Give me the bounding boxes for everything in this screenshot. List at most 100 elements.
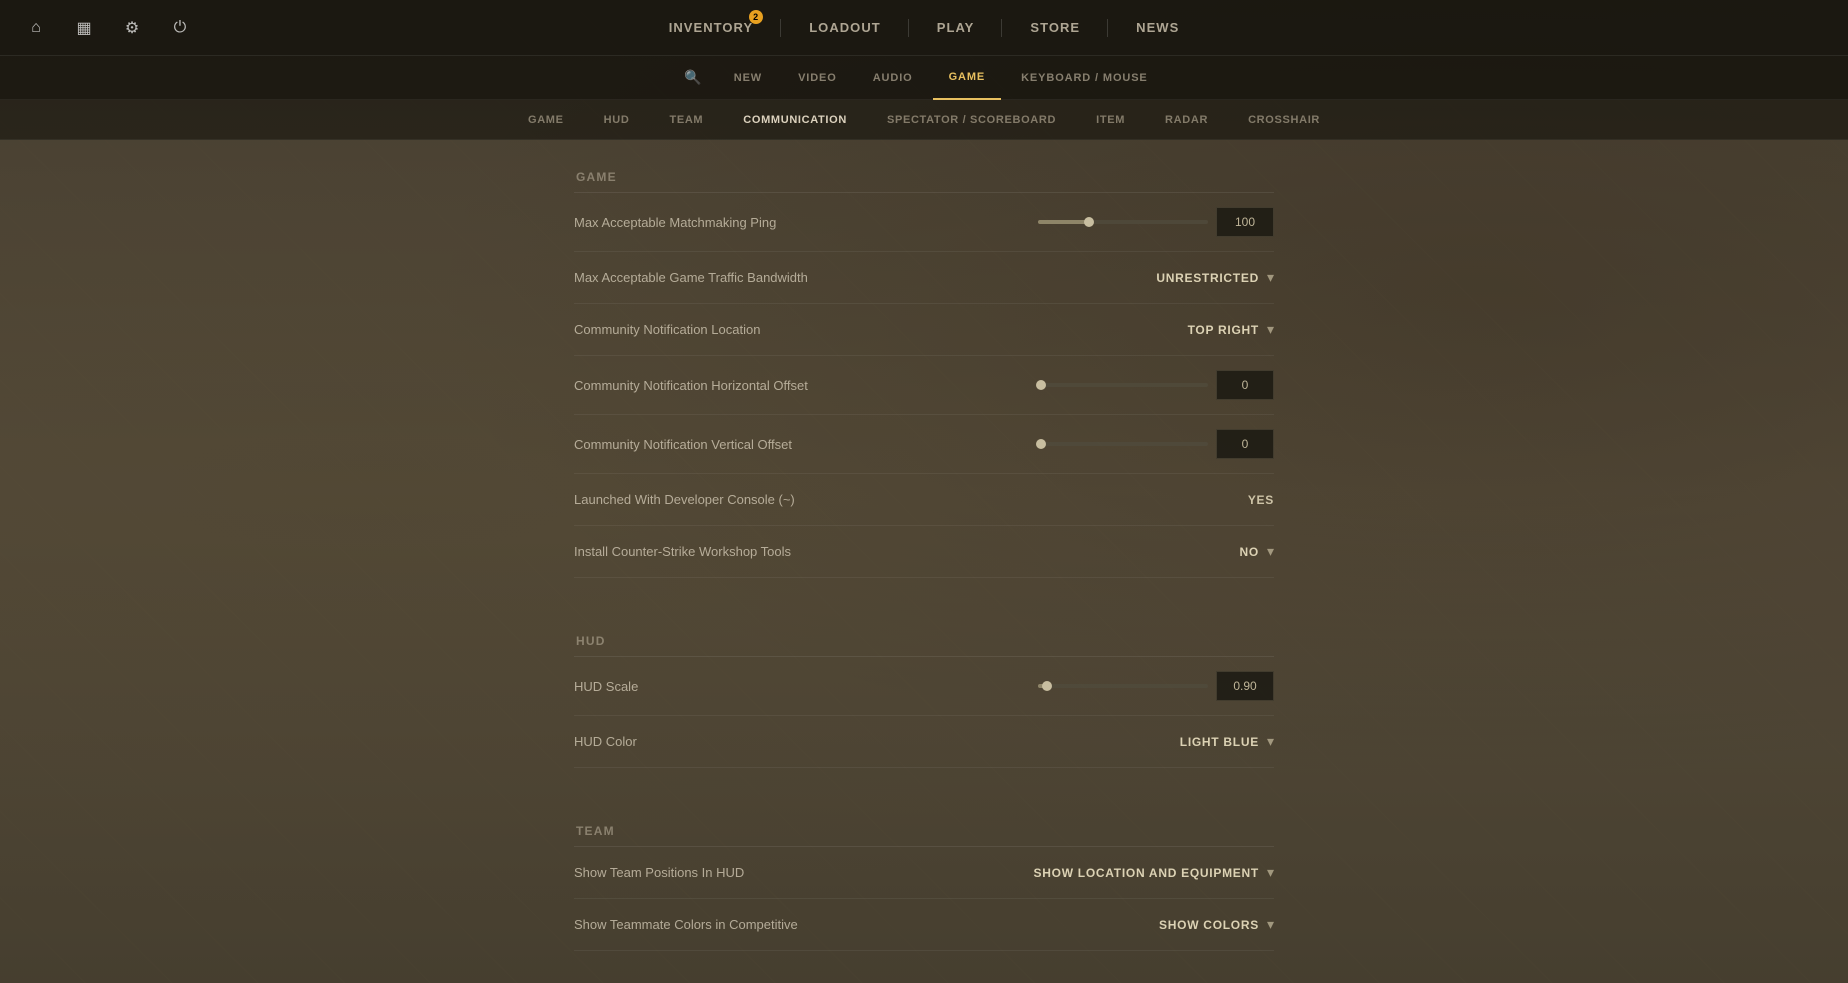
ping-slider-track[interactable] — [1038, 220, 1208, 224]
third-nav-crosshair[interactable]: CROSSHAIR — [1228, 100, 1340, 140]
setting-label-vertical-offset: Community Notification Vertical Offset — [574, 437, 1038, 452]
setting-row-bandwidth: Max Acceptable Game Traffic Bandwidth UN… — [574, 252, 1274, 304]
teammate-colors-dropdown[interactable]: SHOW COLORS ▾ — [1159, 916, 1274, 933]
third-nav: GAME HUD TEAM COMMUNICATION SPECTATOR / … — [0, 100, 1848, 140]
spacer-2 — [574, 800, 1274, 824]
home-icon[interactable]: ⌂ — [16, 8, 56, 48]
nav-news[interactable]: NEWS — [1108, 0, 1207, 56]
setting-control-bandwidth: UNRESTRICTED ▾ — [1156, 269, 1274, 286]
setting-label-team-positions: Show Team Positions In HUD — [574, 865, 1034, 880]
third-nav-communication[interactable]: COMMUNICATION — [723, 100, 867, 140]
settings-icon[interactable]: ⚙ — [112, 8, 152, 48]
spacer-1 — [574, 610, 1274, 634]
horizontal-offset-slider-thumb — [1036, 380, 1046, 390]
power-icon[interactable]: ⏻ — [160, 8, 200, 48]
third-nav-team[interactable]: TEAM — [649, 100, 723, 140]
setting-label-ping: Max Acceptable Matchmaking Ping — [574, 215, 1038, 230]
team-positions-dropdown[interactable]: SHOW LOCATION AND EQUIPMENT ▾ — [1034, 864, 1274, 881]
inventory-badge: 2 — [749, 10, 763, 24]
notification-location-chevron-icon: ▾ — [1267, 321, 1274, 338]
top-nav-icons: ⌂ ▦ ⚙ ⏻ — [0, 8, 200, 48]
setting-label-dev-console: Launched With Developer Console (~) — [574, 492, 1248, 507]
setting-control-team-positions: SHOW LOCATION AND EQUIPMENT ▾ — [1034, 864, 1274, 881]
setting-control-horizontal-offset: 0 — [1038, 370, 1274, 400]
setting-control-hud-color: LIGHT BLUE ▾ — [1180, 733, 1274, 750]
third-nav-radar[interactable]: RADAR — [1145, 100, 1228, 140]
team-positions-chevron-icon: ▾ — [1267, 864, 1274, 881]
nav-inventory[interactable]: INVENTORY 2 — [641, 0, 782, 56]
ping-slider-thumb — [1084, 217, 1094, 227]
vertical-offset-value-box[interactable]: 0 — [1216, 429, 1274, 459]
setting-row-horizontal-offset: Community Notification Horizontal Offset… — [574, 356, 1274, 415]
setting-control-teammate-colors: SHOW COLORS ▾ — [1159, 916, 1274, 933]
team-section-title: Team — [574, 824, 1274, 838]
setting-row-team-positions: Show Team Positions In HUD SHOW LOCATION… — [574, 847, 1274, 899]
game-section-title: Game — [574, 170, 1274, 184]
team-settings-group: Show Team Positions In HUD SHOW LOCATION… — [574, 846, 1274, 951]
third-nav-game[interactable]: GAME — [508, 100, 584, 140]
bandwidth-value: UNRESTRICTED — [1156, 271, 1259, 285]
notification-location-dropdown[interactable]: TOP RIGHT ▾ — [1188, 321, 1274, 338]
setting-row-ping: Max Acceptable Matchmaking Ping 100 — [574, 193, 1274, 252]
setting-label-hud-color: HUD Color — [574, 734, 1180, 749]
workshop-tools-value: NO — [1240, 545, 1259, 559]
setting-row-hud-color: HUD Color LIGHT BLUE ▾ — [574, 716, 1274, 768]
hud-color-value: LIGHT BLUE — [1180, 735, 1259, 749]
vertical-offset-slider-track[interactable] — [1038, 442, 1208, 446]
nav-play[interactable]: PLAY — [909, 0, 1003, 56]
vertical-offset-slider-thumb — [1036, 439, 1046, 449]
top-nav-links: INVENTORY 2 LOADOUT PLAY STORE NEWS — [641, 0, 1208, 56]
teammate-colors-chevron-icon: ▾ — [1267, 916, 1274, 933]
workshop-tools-dropdown[interactable]: NO ▾ — [1240, 543, 1274, 560]
setting-control-hud-scale: 0.90 — [1038, 671, 1274, 701]
nav-loadout[interactable]: LOADOUT — [781, 0, 909, 56]
display-icon[interactable]: ▦ — [64, 8, 104, 48]
setting-control-notification-location: TOP RIGHT ▾ — [1188, 321, 1274, 338]
setting-label-teammate-colors: Show Teammate Colors in Competitive — [574, 917, 1159, 932]
setting-row-workshop-tools: Install Counter-Strike Workshop Tools NO… — [574, 526, 1274, 578]
dev-console-value: YES — [1248, 493, 1274, 507]
hud-scale-slider-wrapper[interactable] — [1038, 684, 1208, 688]
horizontal-offset-slider-wrapper[interactable] — [1038, 383, 1208, 387]
third-nav-spectator-scoreboard[interactable]: SPECTATOR / SCOREBOARD — [867, 100, 1076, 140]
setting-label-hud-scale: HUD Scale — [574, 679, 1038, 694]
third-nav-hud[interactable]: HUD — [584, 100, 650, 140]
third-nav-item[interactable]: ITEM — [1076, 100, 1145, 140]
page-wrapper: ⌂ ▦ ⚙ ⏻ INVENTORY 2 LOADOUT PLAY STORE N… — [0, 0, 1848, 983]
sec-nav-audio[interactable]: AUDIO — [857, 56, 929, 100]
setting-control-workshop-tools: NO ▾ — [1240, 543, 1274, 560]
vertical-offset-slider-wrapper[interactable] — [1038, 442, 1208, 446]
sec-nav-keyboard-mouse[interactable]: KEYBOARD / MOUSE — [1005, 56, 1164, 100]
setting-row-vertical-offset: Community Notification Vertical Offset 0 — [574, 415, 1274, 474]
workshop-tools-chevron-icon: ▾ — [1267, 543, 1274, 560]
sec-nav-video[interactable]: VIDEO — [782, 56, 853, 100]
bandwidth-chevron-icon: ▾ — [1267, 269, 1274, 286]
bandwidth-dropdown[interactable]: UNRESTRICTED ▾ — [1156, 269, 1274, 286]
sec-nav-game[interactable]: GAME — [933, 56, 1002, 100]
hud-scale-value-box[interactable]: 0.90 — [1216, 671, 1274, 701]
setting-row-notification-location: Community Notification Location TOP RIGH… — [574, 304, 1274, 356]
hud-scale-slider-track[interactable] — [1038, 684, 1208, 688]
setting-control-vertical-offset: 0 — [1038, 429, 1274, 459]
horizontal-offset-value-box[interactable]: 0 — [1216, 370, 1274, 400]
setting-control-ping: 100 — [1038, 207, 1274, 237]
hud-color-chevron-icon: ▾ — [1267, 733, 1274, 750]
sec-nav-new[interactable]: NEW — [718, 56, 778, 100]
setting-row-teammate-colors: Show Teammate Colors in Competitive SHOW… — [574, 899, 1274, 951]
search-button[interactable]: 🔍 — [684, 69, 701, 86]
ping-slider-wrapper[interactable] — [1038, 220, 1208, 224]
hud-color-dropdown[interactable]: LIGHT BLUE ▾ — [1180, 733, 1274, 750]
ping-slider-fill — [1038, 220, 1089, 224]
notification-location-value: TOP RIGHT — [1188, 323, 1259, 337]
setting-label-workshop-tools: Install Counter-Strike Workshop Tools — [574, 544, 1240, 559]
horizontal-offset-slider-track[interactable] — [1038, 383, 1208, 387]
setting-label-bandwidth: Max Acceptable Game Traffic Bandwidth — [574, 270, 1156, 285]
team-positions-value: SHOW LOCATION AND EQUIPMENT — [1034, 866, 1259, 880]
setting-row-dev-console: Launched With Developer Console (~) YES — [574, 474, 1274, 526]
setting-control-dev-console: YES — [1248, 493, 1274, 507]
nav-store[interactable]: STORE — [1002, 0, 1108, 56]
ping-value-box[interactable]: 100 — [1216, 207, 1274, 237]
secondary-nav: 🔍 NEW VIDEO AUDIO GAME KEYBOARD / MOUSE — [0, 56, 1848, 100]
setting-label-notification-location: Community Notification Location — [574, 322, 1188, 337]
hud-scale-slider-thumb — [1042, 681, 1052, 691]
